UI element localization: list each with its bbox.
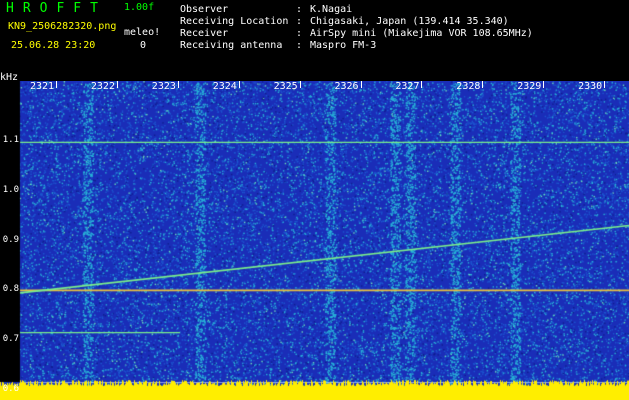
x-tick-mark bbox=[299, 81, 301, 88]
meteor-label: meleo! bbox=[124, 27, 161, 38]
version-label: 1.00f bbox=[124, 2, 155, 13]
x-tick-label: 2326 bbox=[334, 81, 359, 92]
x-tick-label: 2330 bbox=[578, 81, 603, 92]
x-tick-mark bbox=[482, 81, 484, 88]
app-title: HROFFT bbox=[6, 1, 107, 16]
receiver-sep: : bbox=[296, 28, 303, 39]
antenna-sep: : bbox=[296, 40, 303, 51]
header-panel: HROFFT 1.00f KN9_2506282320.png meleo! 2… bbox=[0, 0, 629, 75]
x-tick-mark bbox=[360, 81, 362, 88]
x-tick-mark bbox=[116, 81, 118, 88]
antenna-value: Maspro FM-3 bbox=[310, 40, 377, 51]
y-tick-label: 1.1 bbox=[2, 134, 19, 145]
y-tick-label: 1.0 bbox=[2, 184, 19, 195]
location-value: Chigasaki, Japan (139.414 35.340) bbox=[310, 16, 509, 27]
location-sep: : bbox=[296, 16, 303, 27]
x-tick-mark bbox=[238, 81, 240, 88]
x-tick-label: 2329 bbox=[517, 81, 542, 92]
y-tick-label: 0.8 bbox=[2, 284, 19, 295]
x-tick-mark bbox=[56, 81, 57, 88]
observer-label: Observer bbox=[180, 4, 229, 15]
x-tick-mark bbox=[543, 81, 545, 88]
y-tick-label: 0.6 bbox=[2, 384, 19, 395]
x-tick-label: 2322 bbox=[90, 81, 115, 92]
x-tick-mark bbox=[604, 81, 606, 88]
y-tick-label: 0.9 bbox=[2, 234, 19, 245]
x-tick-label: 2325 bbox=[273, 81, 298, 92]
observer-value: K.Nagai bbox=[310, 4, 353, 15]
receiver-value: AirSpy mini (Miakejima VOR 108.65MHz) bbox=[310, 28, 533, 39]
x-tick-mark bbox=[177, 81, 179, 88]
x-tick-mark bbox=[421, 81, 423, 88]
x-tick-label: 2321 bbox=[30, 81, 55, 92]
observer-sep: : bbox=[296, 4, 303, 15]
x-tick-label: 2327 bbox=[395, 81, 420, 92]
location-label: Receiving Location bbox=[180, 16, 289, 27]
spectrogram-plot bbox=[0, 81, 629, 400]
receiver-label: Receiver bbox=[180, 28, 229, 39]
y-tick-label: 0.7 bbox=[2, 334, 19, 345]
x-tick-label: 2323 bbox=[151, 81, 176, 92]
filename-label: KN9_2506282320.png bbox=[8, 21, 117, 32]
datetime-label: 25.06.28 23:20 bbox=[11, 40, 96, 51]
x-tick-label: 2328 bbox=[456, 81, 481, 92]
x-tick-label: 2324 bbox=[212, 81, 237, 92]
meteor-count: 0 bbox=[140, 40, 147, 51]
antenna-label: Receiving antenna bbox=[180, 40, 283, 51]
